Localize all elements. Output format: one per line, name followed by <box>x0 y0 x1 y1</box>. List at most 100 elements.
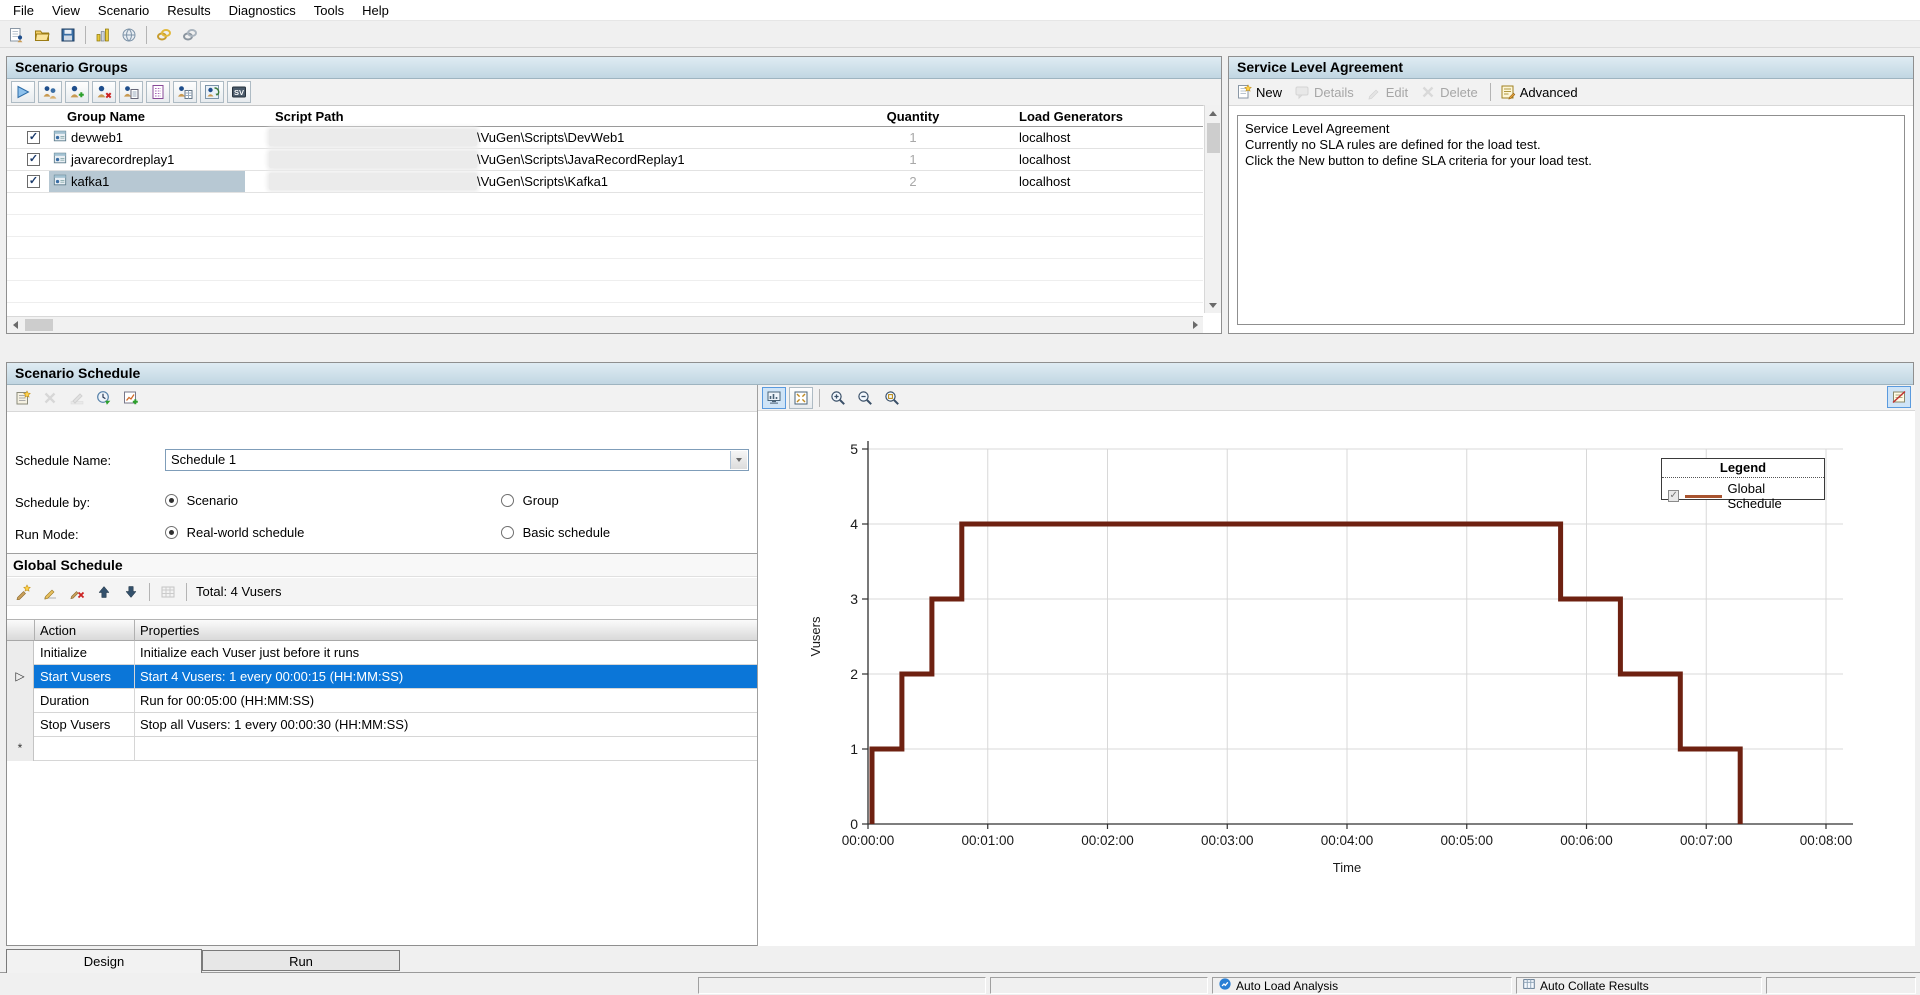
action-cell: Initialize <box>40 645 87 660</box>
new-sla-icon[interactable]: New <box>1233 81 1288 103</box>
zoom-reset-icon[interactable] <box>880 387 904 409</box>
scroll-right-icon[interactable] <box>1193 321 1198 329</box>
auto-load-analysis-label: Auto Load Analysis <box>1236 979 1338 993</box>
menu-view[interactable]: View <box>43 1 89 20</box>
schedule-action-row-duration[interactable]: DurationRun for 00:05:00 (HH:MM:SS) <box>7 689 757 713</box>
schedule-action-row-initialize[interactable]: Initialize Initialize each Vuser just bef… <box>7 641 757 665</box>
radio-group[interactable]: Group <box>501 493 559 508</box>
status-auto-load-analysis[interactable]: Auto Load Analysis <box>1212 977 1512 994</box>
scroll-down-icon[interactable] <box>1209 303 1217 308</box>
chain-link-gold-icon[interactable] <box>152 24 176 46</box>
svg-text:Vusers: Vusers <box>808 616 823 656</box>
refresh-group-icon[interactable] <box>200 81 224 103</box>
legend-entry-global-schedule[interactable]: ✓ Global Schedule <box>1662 478 1824 511</box>
group-enabled-checkbox[interactable]: ✓ <box>27 153 40 166</box>
group-row-devweb1[interactable]: ✓devweb1\VuGen\Scripts\DevWeb11localhost <box>7 127 1203 149</box>
save-scenario-icon[interactable] <box>56 24 80 46</box>
menu-scenario[interactable]: Scenario <box>89 1 158 20</box>
groups-rows: ✓devweb1\VuGen\Scripts\DevWeb11localhost… <box>7 127 1203 303</box>
view-script-icon[interactable] <box>146 81 170 103</box>
zoom-out-icon[interactable] <box>853 387 877 409</box>
schedule-name-combobox[interactable]: Schedule 1 <box>165 449 749 471</box>
open-scheduler-icon[interactable] <box>92 387 116 409</box>
move-up-icon[interactable] <box>92 581 116 603</box>
properties-cell: Run for 00:05:00 (HH:MM:SS) <box>140 693 314 708</box>
remove-vusers-icon[interactable] <box>92 81 116 103</box>
run-scenario-icon[interactable] <box>11 81 35 103</box>
collate-results-icon <box>1522 977 1536 994</box>
legend-checkbox-icon[interactable]: ✓ <box>1668 490 1679 502</box>
svg-text:0: 0 <box>850 816 858 832</box>
svg-text:3: 3 <box>850 591 858 607</box>
scroll-up-icon[interactable] <box>1209 111 1217 116</box>
new-schedule-icon[interactable] <box>11 387 35 409</box>
group-enabled-checkbox[interactable]: ✓ <box>27 175 40 188</box>
sla-content-line: Click the New button to define SLA crite… <box>1245 153 1897 169</box>
chain-link-grey-icon[interactable] <box>178 24 202 46</box>
empty-group-row <box>7 281 1203 303</box>
new-scenario-icon[interactable] <box>4 24 28 46</box>
empty-group-row <box>7 193 1203 215</box>
vscroll-thumb[interactable] <box>1207 123 1220 153</box>
radio-scenario-icon[interactable] <box>165 494 178 507</box>
add-vusers-icon[interactable] <box>65 81 89 103</box>
groups-horizontal-scrollbar[interactable] <box>7 316 1203 333</box>
menu-help[interactable]: Help <box>353 1 398 20</box>
legend-title: Legend <box>1662 459 1824 478</box>
col-action: Action <box>40 623 76 638</box>
sla-content: Service Level Agreement Currently no SLA… <box>1237 115 1905 325</box>
network-icon[interactable] <box>117 24 141 46</box>
menu-file[interactable]: File <box>4 1 43 20</box>
service-virtualization-icon[interactable]: SV <box>227 81 251 103</box>
advanced-sla-icon[interactable]: Advanced <box>1497 81 1584 103</box>
global-schedule-title: Global Schedule <box>7 553 757 577</box>
schedule-action-row-new[interactable]: * <box>7 737 757 761</box>
add-group-icon[interactable] <box>38 81 62 103</box>
properties-cell: Stop all Vusers: 1 every 00:00:30 (HH:MM… <box>140 717 408 732</box>
schedule-action-row-stop-vusers[interactable]: Stop Vusers Stop all Vusers: 1 every 00:0… <box>7 713 757 737</box>
tab-run[interactable]: Run <box>202 950 400 971</box>
radio-real-world-icon[interactable] <box>165 526 178 539</box>
fit-chart-icon[interactable] <box>789 387 813 409</box>
radio-scenario[interactable]: Scenario <box>165 493 238 508</box>
radio-real-world-schedule[interactable]: Real-world schedule <box>165 525 304 540</box>
group-row-kafka1[interactable]: ✓kafka1\VuGen\Scripts\Kafka12localhost <box>7 171 1203 193</box>
menu-results[interactable]: Results <box>158 1 219 20</box>
status-auto-collate-results[interactable]: Auto Collate Results <box>1516 977 1762 994</box>
group-name-cell[interactable]: kafka1 <box>49 171 245 192</box>
duplicate-group-icon[interactable] <box>119 81 143 103</box>
group-row-javarecordreplay1[interactable]: ✓javarecordreplay1\VuGen\Scripts\JavaRec… <box>7 149 1203 171</box>
add-action-icon[interactable] <box>11 581 35 603</box>
group-enabled-checkbox[interactable]: ✓ <box>27 131 40 144</box>
redacted-path-prefix <box>269 129 477 146</box>
radio-basic-icon[interactable] <box>501 526 514 539</box>
group-details-icon[interactable] <box>173 81 197 103</box>
open-scenario-icon[interactable] <box>30 24 54 46</box>
toggle-legend-icon[interactable] <box>1887 386 1911 408</box>
menu-tools[interactable]: Tools <box>305 1 353 20</box>
hscroll-thumb[interactable] <box>25 319 53 331</box>
edit-action-icon[interactable] <box>38 581 62 603</box>
zoom-in-icon[interactable] <box>826 387 850 409</box>
chart-view-icon[interactable] <box>762 387 786 409</box>
groups-vertical-scrollbar[interactable] <box>1204 105 1221 313</box>
move-down-icon[interactable] <box>119 581 143 603</box>
chevron-down-icon[interactable] <box>730 451 747 469</box>
radio-real-world-label: Real-world schedule <box>187 525 305 540</box>
action-cell: Stop Vusers <box>40 717 110 732</box>
scenario-groups-title: Scenario Groups <box>7 57 1221 79</box>
scroll-left-icon[interactable] <box>13 321 18 329</box>
col-quantity: Quantity <box>863 109 963 124</box>
schedule-action-row-start-vusers[interactable]: ▷Start VusersStart 4 Vusers: 1 every 00:… <box>7 665 757 689</box>
group-name-cell[interactable]: javarecordreplay1 <box>49 149 245 170</box>
radio-basic-schedule[interactable]: Basic schedule <box>501 525 610 540</box>
group-name-cell[interactable]: devweb1 <box>49 127 245 148</box>
tab-design[interactable]: Design <box>6 949 202 973</box>
properties-cell: Initialize each Vuser just before it run… <box>140 645 359 660</box>
add-graph-icon[interactable] <box>119 387 143 409</box>
radio-group-icon[interactable] <box>501 494 514 507</box>
legend-line-sample <box>1685 495 1721 498</box>
delete-action-icon[interactable] <box>65 581 89 603</box>
menu-diagnostics[interactable]: Diagnostics <box>220 1 305 20</box>
controller-icon[interactable] <box>91 24 115 46</box>
